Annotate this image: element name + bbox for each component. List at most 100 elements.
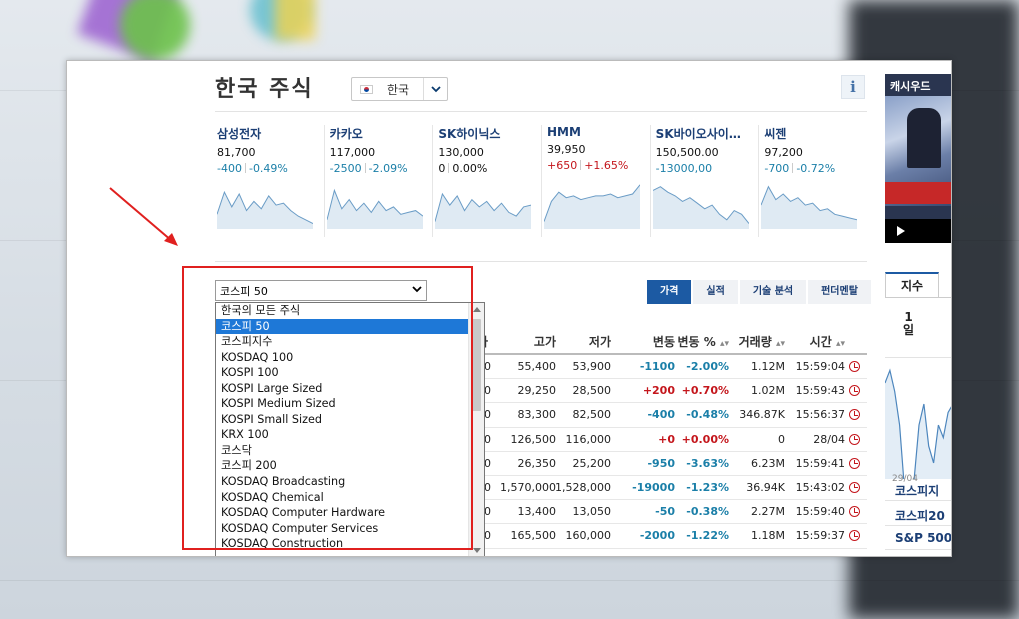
- stock-card-sparkline: [652, 186, 749, 229]
- cell-time: 15:59:37: [795, 529, 845, 543]
- cell-change: -400: [647, 408, 675, 422]
- cell-time: 15:59:40: [795, 505, 845, 519]
- scroll-up-icon[interactable]: [473, 307, 481, 312]
- table-row[interactable]: 00165,500160,000-2000-1.22%1.18M15:59:37: [475, 524, 867, 549]
- cell-change-percent: -1.22%: [686, 529, 729, 543]
- cell-time: 15:59:41: [795, 456, 845, 470]
- sparkline-area: [652, 186, 749, 229]
- change-separator: [580, 160, 582, 170]
- country-select-label: 한국: [387, 82, 410, 97]
- column-header-change-percent[interactable]: 변동 % ▴▾: [669, 329, 729, 357]
- video-person: [907, 108, 941, 168]
- stock-card-change-percent: -0.49%: [248, 162, 288, 175]
- clock-icon: [849, 457, 861, 470]
- cell-low: 53,900: [572, 360, 612, 373]
- stock-card[interactable]: 카카오 117,000 -2500 -2.09%: [323, 125, 433, 237]
- stock-card-sparkline: [435, 192, 532, 229]
- cell-change-percent: -2.00%: [686, 360, 729, 373]
- stock-card-name[interactable]: 카카오: [330, 125, 433, 142]
- stock-card-name[interactable]: HMM: [547, 125, 650, 139]
- stock-card-change: -2500 -2.09%: [330, 162, 433, 175]
- scroll-down-icon[interactable]: [473, 548, 481, 553]
- table-row[interactable]: 0055,40053,900-1100-2.00%1.12M15:59:04: [475, 355, 867, 380]
- cell-time: 15:43:02: [795, 480, 845, 494]
- column-header-time[interactable]: 시간 ▴▾: [790, 329, 845, 357]
- column-header-volume[interactable]: 거래량 ▴▾: [725, 329, 785, 357]
- stock-card[interactable]: SK바이오사이… 150,500.00 -13000,00: [649, 125, 759, 237]
- scrollbar-thumb[interactable]: [472, 319, 481, 411]
- cell-time: 15:59:43: [795, 384, 845, 398]
- page-title: 한국 주식: [215, 77, 314, 102]
- clock-icon: [849, 433, 861, 446]
- index-chart: [885, 357, 951, 479]
- tab-1[interactable]: 실적: [693, 280, 738, 304]
- divider: [885, 500, 951, 501]
- cell-low: 82,500: [572, 408, 612, 422]
- table-row[interactable]: 5029,25028,500+200+0.70%1.02M15:59:43: [475, 379, 867, 404]
- table-row[interactable]: 00126,500116,000+0+0.00%028/04: [475, 428, 867, 452]
- stock-card-change-percent: 0.00%: [452, 162, 488, 175]
- tab-3[interactable]: 펀더멘탈: [808, 280, 871, 304]
- cell-change-percent: +0.00%: [681, 432, 729, 446]
- cell-low: 1,528,000: [555, 480, 611, 494]
- korea-flag-icon: [360, 84, 373, 94]
- sparkline-area: [217, 192, 313, 229]
- change-separator: [792, 163, 794, 173]
- table-row[interactable]: 0083,30082,500-400-0.48%346.87K15:56:37: [475, 403, 867, 428]
- cell-low: 28,500: [572, 384, 612, 398]
- stock-card-change-percent: +1.65%: [584, 159, 629, 172]
- cell-low: 160,000: [565, 529, 612, 543]
- stock-card[interactable]: HMM 39,950 +650 +1.65%: [541, 125, 650, 237]
- stock-card-price: 150,500.00: [655, 146, 719, 159]
- sort-icon: ▴▾: [835, 339, 845, 349]
- stock-card-sparkline: [544, 184, 640, 229]
- clock-icon: [849, 409, 861, 421]
- stock-card-change: -400 -0.49%: [217, 162, 324, 175]
- divider: [885, 549, 951, 550]
- stock-card-change-percent: -2.09%: [368, 162, 408, 175]
- cell-volume: 36.94K: [746, 480, 785, 494]
- change-separator: [448, 163, 450, 173]
- stock-card[interactable]: 삼성전자 81,700 -400 -0.49%: [215, 125, 324, 237]
- stock-card-change-value: -700: [764, 162, 790, 175]
- divider: [215, 111, 867, 112]
- tab-2[interactable]: 기술 분석: [739, 280, 807, 304]
- tab-0[interactable]: 가격: [647, 280, 692, 304]
- stock-card-price: 130,000: [438, 146, 484, 159]
- chevron-down-icon: [423, 78, 447, 100]
- cell-change-percent: +0.70%: [681, 384, 729, 398]
- index-link[interactable]: 코스피지: [895, 482, 939, 499]
- stock-card-name[interactable]: 씨젠: [764, 125, 867, 142]
- period-selector[interactable]: 1일: [903, 311, 914, 337]
- cell-volume: 346.87K: [739, 408, 785, 422]
- stock-card-name[interactable]: SK바이오사이…: [656, 125, 759, 142]
- cell-low: 13,050: [572, 505, 612, 519]
- country-select[interactable]: 한국: [351, 77, 448, 101]
- background-gridline: [0, 580, 1019, 581]
- column-header-low[interactable]: 저가: [541, 329, 611, 355]
- stock-card-name[interactable]: 삼성전자: [217, 125, 324, 142]
- index-link[interactable]: 코스피20: [895, 507, 945, 524]
- table-row[interactable]: 5026,35025,200-950-3.63%6.23M15:59:41: [475, 452, 867, 476]
- tab-index[interactable]: 지수: [885, 272, 939, 298]
- clock-icon: [849, 481, 861, 494]
- stock-card-name[interactable]: SK하이닉스: [438, 125, 541, 142]
- index-link[interactable]: S&P 500: [895, 531, 951, 545]
- table-row[interactable]: 5013,40013,050-50-0.38%2.27M15:59:40: [475, 500, 867, 525]
- cell-low: 25,200: [572, 456, 612, 470]
- column-header-change[interactable]: 변동: [605, 329, 675, 355]
- cell-change: -1100: [639, 360, 675, 373]
- stock-card-change-value: -2500: [329, 162, 362, 175]
- cell-change: -2000: [639, 529, 675, 543]
- stock-card[interactable]: SK하이닉스 130,000 0 0.00%: [432, 125, 541, 237]
- stock-card[interactable]: 씨젠 97,200 -700 -0.72%: [758, 125, 867, 237]
- clock-icon: [849, 530, 861, 542]
- info-icon[interactable]: i: [841, 75, 865, 99]
- sparkline-area: [544, 184, 640, 229]
- stock-card-change-value: 0: [438, 162, 446, 175]
- play-icon[interactable]: [897, 226, 905, 236]
- video-thumbnail[interactable]: 캐시우드: [885, 74, 951, 243]
- cell-change-percent: -0.48%: [686, 408, 729, 422]
- cell-time: 15:56:37: [795, 408, 845, 422]
- table-row[interactable]: 001,570,0001,528,000-19000-1.23%36.94K15…: [475, 476, 867, 501]
